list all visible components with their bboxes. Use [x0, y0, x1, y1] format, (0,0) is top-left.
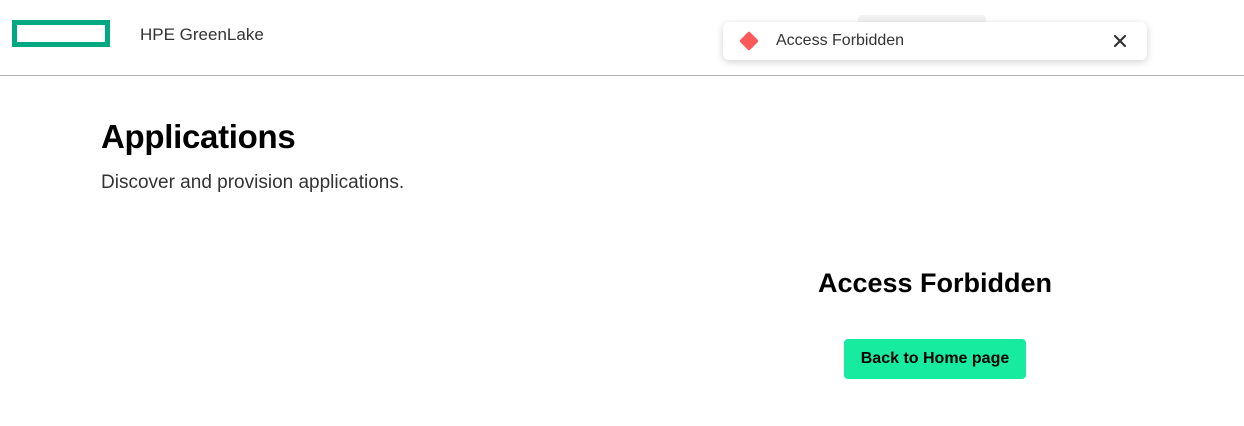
page-subtitle: Discover and provision applications.: [101, 172, 405, 193]
critical-status-icon: [738, 30, 760, 52]
close-icon: [1113, 34, 1127, 48]
hpe-logo-icon[interactable]: [12, 20, 110, 47]
error-toast: Access Forbidden: [723, 22, 1147, 60]
close-toast-button[interactable]: [1107, 28, 1133, 54]
brand-name[interactable]: HPE GreenLake: [140, 25, 264, 45]
page-title: Applications: [101, 118, 296, 155]
access-forbidden-heading: Access Forbidden: [817, 268, 1053, 298]
toast-message: Access Forbidden: [776, 32, 905, 49]
app-header: HPE GreenLake Access Forbidden: [0, 0, 1244, 76]
back-to-home-button[interactable]: Back to Home page: [844, 339, 1026, 379]
